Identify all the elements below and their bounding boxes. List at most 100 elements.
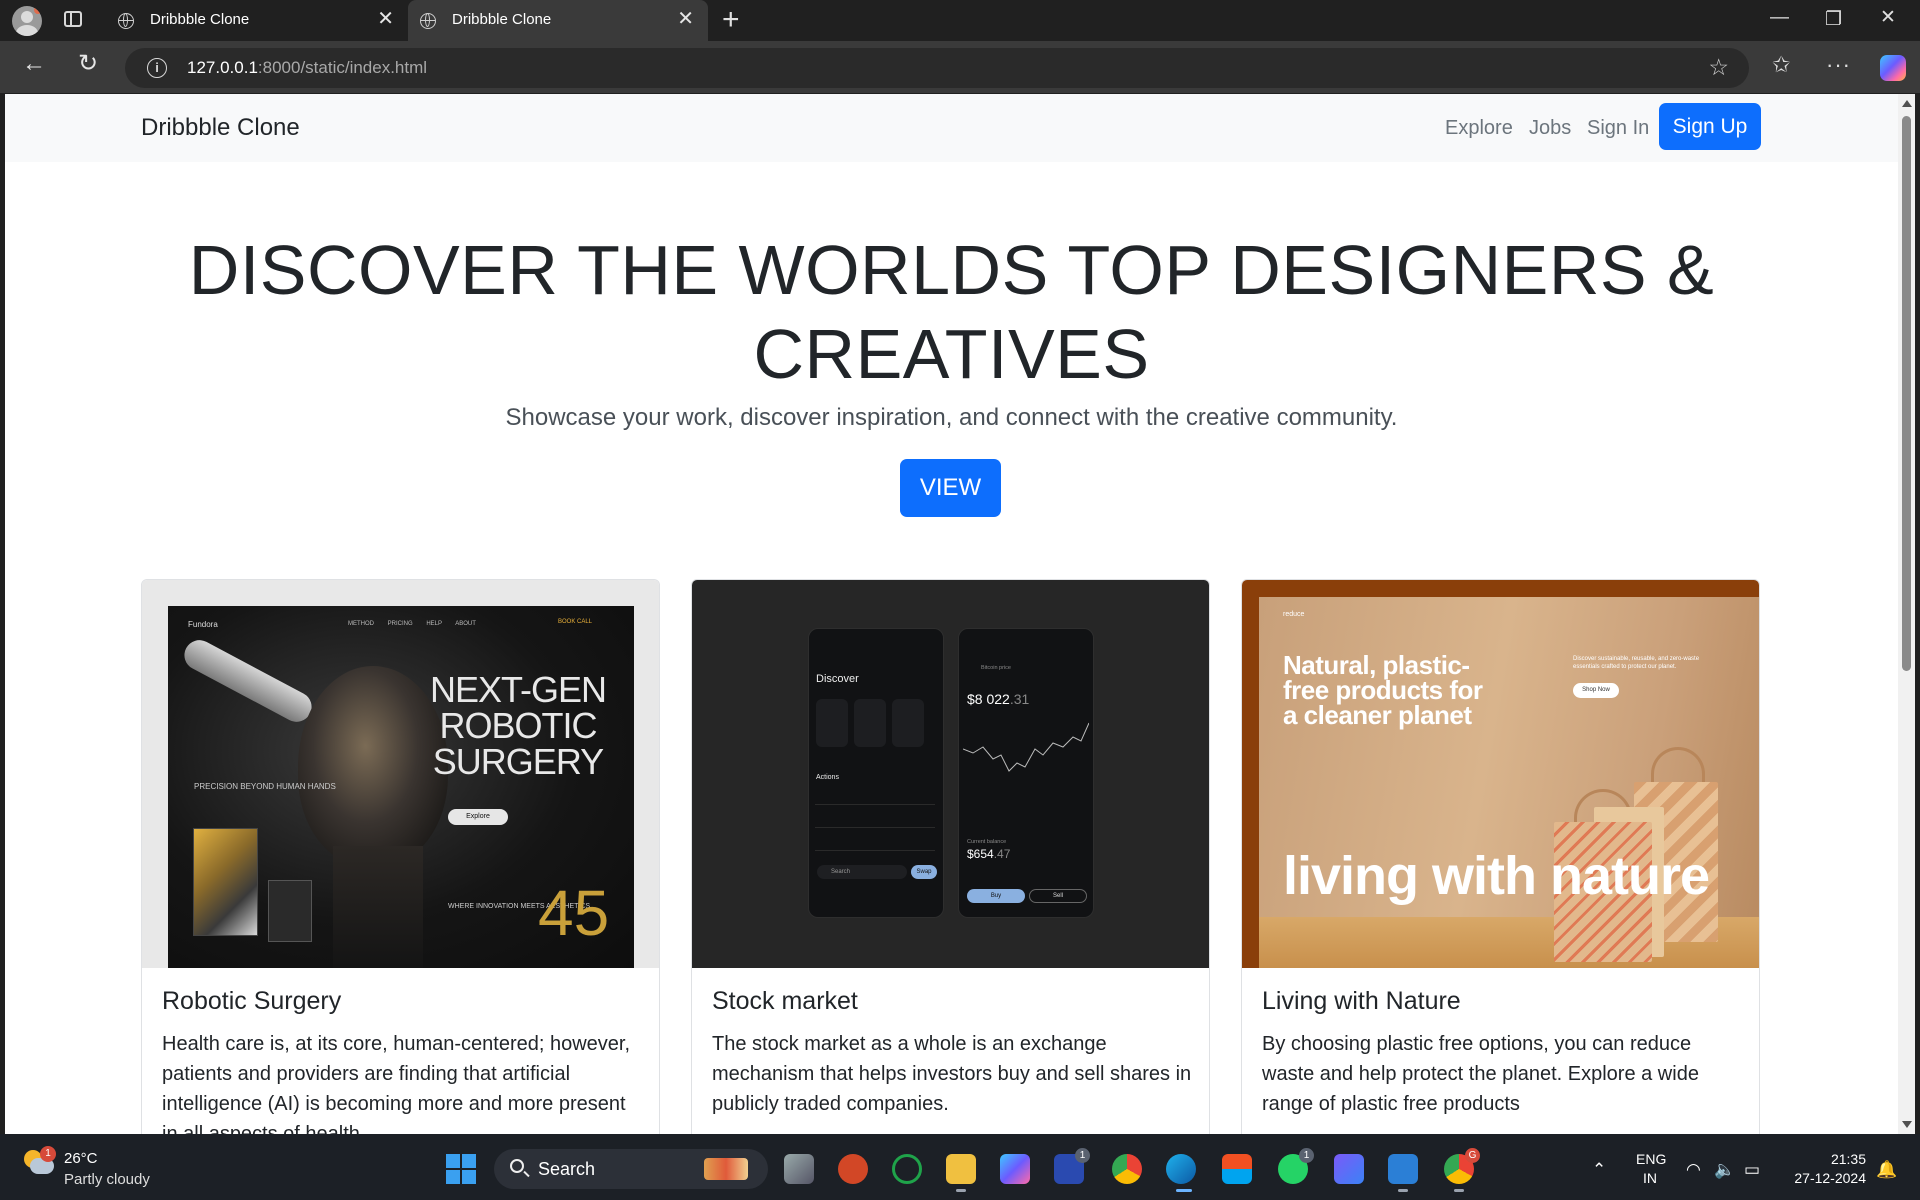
robotic-surgery-artwork: Fundora METHOD PRICING HELP ABOUT BOOK C… <box>168 606 634 968</box>
running-indicator <box>1398 1189 1408 1192</box>
art-headline: Natural, plastic-free products for a cle… <box>1283 650 1483 730</box>
tab-actions-icon[interactable] <box>64 11 82 27</box>
url-host: 127.0.0.1 <box>187 58 258 77</box>
nav-sign-in-link[interactable]: Sign In <box>1587 117 1649 140</box>
show-hidden-icons-icon[interactable]: ⌃ <box>1592 1160 1606 1180</box>
more-menu-icon[interactable]: ··· <box>1826 52 1851 78</box>
url-text[interactable]: 127.0.0.1:8000/static/index.html <box>187 58 427 78</box>
art-shop-button: Shop Now <box>1573 683 1619 698</box>
art-tagline: living with nature <box>1283 846 1710 906</box>
shot-image[interactable]: Discover Actions Search Swap Bitcoin pri… <box>692 580 1209 968</box>
close-tab-icon[interactable]: ✕ <box>677 9 694 29</box>
back-icon[interactable]: ← <box>22 50 46 78</box>
coin-chip <box>854 699 886 747</box>
task-view-icon[interactable] <box>784 1154 814 1184</box>
minimize-icon[interactable]: — <box>1770 8 1789 28</box>
teams-icon[interactable]: 1 <box>1054 1148 1090 1184</box>
shot-card-stock-market[interactable]: Discover Actions Search Swap Bitcoin pri… <box>691 579 1210 1134</box>
scroll-up-arrow-icon[interactable] <box>1902 100 1912 107</box>
nav-jobs-link[interactable]: Jobs <box>1529 117 1571 140</box>
hero-title-text: DISCOVER THE WORLDS TOP DESIGNERS & CREA… <box>188 231 1715 393</box>
notification-dot-icon <box>34 6 42 14</box>
running-indicator-active <box>1176 1189 1192 1192</box>
browser-tab-active[interactable]: Dribbble Clone ✕ <box>408 0 708 41</box>
file-explorer-icon[interactable] <box>946 1154 976 1184</box>
card-text: By choosing plastic free options, you ca… <box>1262 1033 1699 1115</box>
favorite-star-icon[interactable]: ☆ <box>1708 54 1729 81</box>
copilot-icon[interactable] <box>1880 55 1906 81</box>
search-icon <box>510 1159 524 1173</box>
nav-explore-link[interactable]: Explore <box>1445 117 1513 140</box>
microsoft-store-icon[interactable] <box>1222 1154 1252 1184</box>
language-indicator[interactable]: ENG IN <box>1636 1150 1667 1188</box>
windows-start-icon[interactable] <box>446 1154 476 1184</box>
chrome-profile-icon[interactable]: G <box>1444 1148 1480 1184</box>
address-bar[interactable]: i 127.0.0.1:8000/static/index.html ☆ <box>125 48 1749 88</box>
sign-up-button[interactable]: Sign Up <box>1659 103 1761 150</box>
battery-icon[interactable]: ▭ <box>1744 1160 1760 1180</box>
scrollbar-thumb[interactable] <box>1902 116 1911 671</box>
browser-tab[interactable]: Dribbble Clone ✕ <box>106 0 408 41</box>
card-title[interactable]: Stock market <box>712 987 858 1016</box>
weather-temperature[interactable]: 26°C <box>64 1150 98 1167</box>
card-text: The stock market as a whole is an exchan… <box>712 1033 1192 1115</box>
nature-artwork: reduce Natural, plastic-free products fo… <box>1259 597 1759 968</box>
powerpoint-icon[interactable] <box>838 1154 868 1184</box>
art-logo: reduce <box>1283 611 1305 618</box>
card-title[interactable]: Robotic Surgery <box>162 987 341 1016</box>
card-text: Health care is, at its core, human-cente… <box>162 1033 631 1134</box>
page-scrollbar[interactable] <box>1898 94 1915 1134</box>
phone-discover-heading: Discover <box>816 673 859 685</box>
globe-icon <box>420 13 436 29</box>
vscode-icon[interactable] <box>1388 1154 1418 1184</box>
weather-condition[interactable]: Partly cloudy <box>64 1171 150 1188</box>
shot-card-robotic-surgery[interactable]: Fundora METHOD PRICING HELP ABOUT BOOK C… <box>141 579 660 1134</box>
wifi-icon[interactable]: ◠ <box>1686 1160 1701 1180</box>
art-headline: NEXT-GEN ROBOTIC SURGERY <box>429 669 607 782</box>
close-tab-icon[interactable]: ✕ <box>377 9 394 29</box>
restore-icon[interactable]: ❐ <box>1825 10 1842 30</box>
refresh-app-icon[interactable] <box>892 1154 922 1184</box>
balance-label: Current balance <box>967 839 1007 845</box>
card-title[interactable]: Living with Nature <box>1262 987 1461 1016</box>
bitcoin-price-cents: .31 <box>1009 691 1030 707</box>
volume-icon[interactable]: 🔈 <box>1714 1160 1735 1180</box>
edge-icon[interactable] <box>1166 1154 1196 1184</box>
system-clock[interactable]: 21:35 27-12-2024 <box>1790 1150 1866 1188</box>
whatsapp-badge: 1 <box>1299 1148 1314 1163</box>
view-button[interactable]: VIEW <box>900 459 1001 517</box>
notification-bell-icon[interactable]: 🔔 <box>1876 1160 1897 1180</box>
favorites-icon[interactable]: ✩ <box>1772 52 1790 78</box>
shot-card-living-with-nature[interactable]: reduce Natural, plastic-free products fo… <box>1241 579 1760 1134</box>
shot-image[interactable]: Fundora METHOD PRICING HELP ABOUT BOOK C… <box>142 580 659 968</box>
robot-neck-shape <box>333 846 423 968</box>
taskbar-search[interactable]: Search <box>494 1149 768 1189</box>
price-line-chart <box>963 722 1089 772</box>
phone-search: Search <box>817 865 907 879</box>
refresh-icon[interactable]: ↻ <box>78 50 98 78</box>
balance-cents: .47 <box>993 847 1011 861</box>
art-menu: METHOD PRICING HELP ABOUT <box>348 621 476 627</box>
balance-main: $654 <box>967 847 994 861</box>
chrome-icon[interactable] <box>1112 1154 1142 1184</box>
copilot-app-icon[interactable] <box>1000 1154 1030 1184</box>
language-code: ENG <box>1636 1151 1667 1167</box>
coin-chip <box>892 699 924 747</box>
phone-buy-button: Buy <box>967 889 1025 903</box>
clock-date: 27-12-2024 <box>1794 1170 1866 1186</box>
weather-icon[interactable]: 1 <box>24 1146 56 1176</box>
new-tab-icon[interactable]: + <box>722 3 740 37</box>
tab-title: Dribbble Clone <box>452 11 552 28</box>
profile-avatar-icon[interactable] <box>12 6 42 36</box>
art-photo-small <box>268 880 312 942</box>
affinity-icon[interactable] <box>1334 1154 1364 1184</box>
scroll-down-arrow-icon[interactable] <box>1902 1121 1912 1128</box>
site-info-icon[interactable]: i <box>147 58 167 78</box>
whatsapp-icon[interactable]: 1 <box>1278 1148 1314 1184</box>
close-window-icon[interactable]: ✕ <box>1880 8 1896 28</box>
site-brand[interactable]: Dribbble Clone <box>141 114 300 142</box>
art-blurb: Discover sustainable, reusable, and zero… <box>1573 656 1700 670</box>
shot-image[interactable]: reduce Natural, plastic-free products fo… <box>1242 580 1759 968</box>
weather-badge: 1 <box>40 1146 56 1162</box>
balance: $654.47 <box>967 847 1010 861</box>
